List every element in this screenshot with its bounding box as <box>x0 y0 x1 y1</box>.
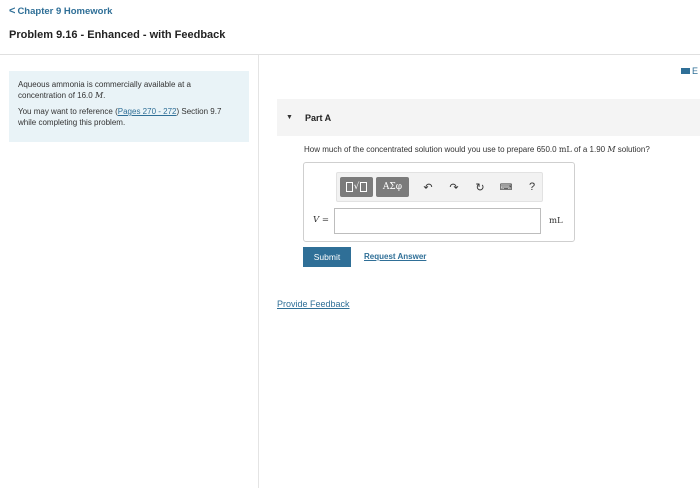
templates-button[interactable]: √ <box>340 177 373 197</box>
info-reference-text: You may want to reference (Pages 270 - 2… <box>18 107 222 127</box>
provide-feedback-link[interactable]: Provide Feedback <box>277 299 350 309</box>
request-answer-link[interactable]: Request Answer <box>364 252 426 261</box>
answer-variable-label: V = <box>313 215 329 225</box>
back-link-label: Chapter 9 Homework <box>17 6 113 17</box>
chevron-left-icon: < <box>9 5 16 17</box>
question-text: How much of the concentrated solution wo… <box>304 145 650 154</box>
keyboard-icon[interactable]: ⌨ <box>496 177 516 197</box>
help-icon[interactable]: ? <box>522 177 542 197</box>
back-to-chapter-link[interactable]: < Chapter 9 Homework <box>9 5 113 18</box>
reset-icon[interactable]: ↻ <box>470 177 490 197</box>
math-toolbar: √ ΑΣφ ↶ ↷ ↻ ⌨ ? <box>336 172 543 202</box>
problem-info-panel: Aqueous ammonia is commercially availabl… <box>9 71 249 142</box>
collapse-triangle-icon: ▼ <box>286 114 293 121</box>
template-box-icon <box>360 182 368 192</box>
submit-button[interactable]: Submit <box>303 247 351 267</box>
answer-unit-label: mL <box>549 216 563 226</box>
header-divider <box>0 54 700 55</box>
redo-icon[interactable]: ↷ <box>444 177 464 197</box>
radical-icon: √ <box>353 182 360 192</box>
undo-icon[interactable]: ↶ <box>418 177 438 197</box>
book-icon <box>681 68 690 74</box>
info-concentration-text: Aqueous ammonia is commercially availabl… <box>18 80 191 100</box>
column-divider <box>258 55 259 488</box>
answer-entry-box: √ ΑΣφ ↶ ↷ ↻ ⌨ ? V = mL <box>303 162 575 242</box>
greek-symbols-button[interactable]: ΑΣφ <box>376 177 409 197</box>
part-a-label: Part A <box>304 112 332 123</box>
template-box-icon <box>345 182 353 192</box>
answer-input[interactable] <box>334 208 541 234</box>
top-right-link[interactable]: E <box>681 66 698 76</box>
part-a-header[interactable]: ▼ Part A <box>277 99 700 136</box>
pages-reference-link[interactable]: Pages 270 - 272 <box>118 107 177 116</box>
problem-title: Problem 9.16 - Enhanced - with Feedback <box>9 29 226 41</box>
